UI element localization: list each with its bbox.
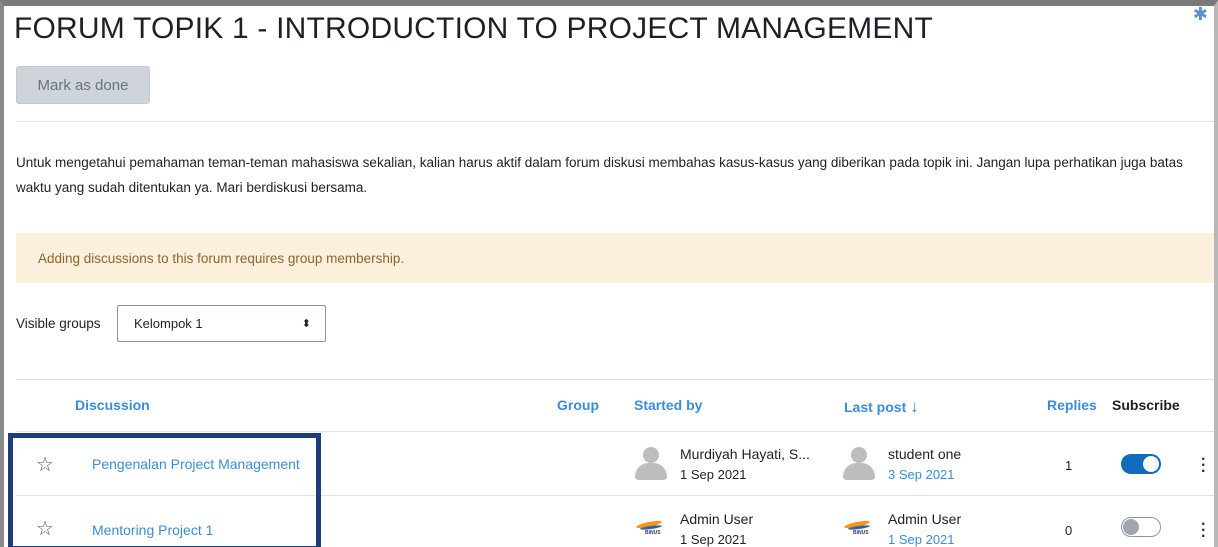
started-date: 1 Sep 2021 [680,467,747,482]
visible-groups-label: Visible groups [16,316,101,331]
started-by-name[interactable]: Admin User [680,511,753,527]
subscribe-toggle[interactable] [1121,454,1161,474]
visible-groups-select[interactable]: Kelompok 1 ⬍ [117,305,326,342]
subscribe-toggle[interactable] [1121,517,1161,537]
replies-count[interactable]: 0 [1065,523,1072,538]
binus-logo-icon: BINUS [842,514,876,540]
header-subscribe: Subscribe [1112,397,1180,413]
gear-icon[interactable]: ✱ [1193,4,1208,25]
header-last-post-label: Last post [844,399,907,415]
select-arrows-icon: ⬍ [301,318,311,330]
divider [16,121,1214,122]
forum-intro-text: Untuk mengetahui pemahaman teman-teman m… [16,155,1183,195]
header-group[interactable]: Group [557,397,599,413]
last-post-name[interactable]: student one [888,446,961,462]
group-membership-alert: Adding discussions to this forum require… [16,233,1214,283]
header-replies[interactable]: Replies [1047,397,1097,413]
arrow-down-icon: ↓ [910,397,919,416]
header-discussion[interactable]: Discussion [75,397,150,413]
page-title: FORUM TOPIK 1 - INTRODUCTION TO PROJECT … [14,12,933,45]
header-started-by[interactable]: Started by [634,397,702,413]
last-post-date[interactable]: 3 Sep 2021 [888,467,955,482]
last-post-name[interactable]: Admin User [888,511,961,527]
avatar [634,446,668,480]
highlight-box [8,433,321,547]
binus-logo-icon: BINUS [634,514,668,540]
avatar [842,446,876,480]
last-post-date[interactable]: 1 Sep 2021 [888,532,955,547]
divider [16,379,1214,380]
kebab-menu-icon[interactable]: · · · [1201,517,1206,545]
visible-groups-selected: Kelompok 1 [134,316,203,331]
row-divider [16,431,1214,432]
kebab-menu-icon[interactable]: · · · [1201,452,1206,480]
header-last-post[interactable]: Last post ↓ [844,397,919,417]
mark-as-done-button[interactable]: Mark as done [16,66,150,104]
started-by-name[interactable]: Murdiyah Hayati, S... [680,446,810,462]
alert-text: Adding discussions to this forum require… [38,250,405,266]
started-date: 1 Sep 2021 [680,532,747,547]
replies-count[interactable]: 1 [1065,458,1072,473]
